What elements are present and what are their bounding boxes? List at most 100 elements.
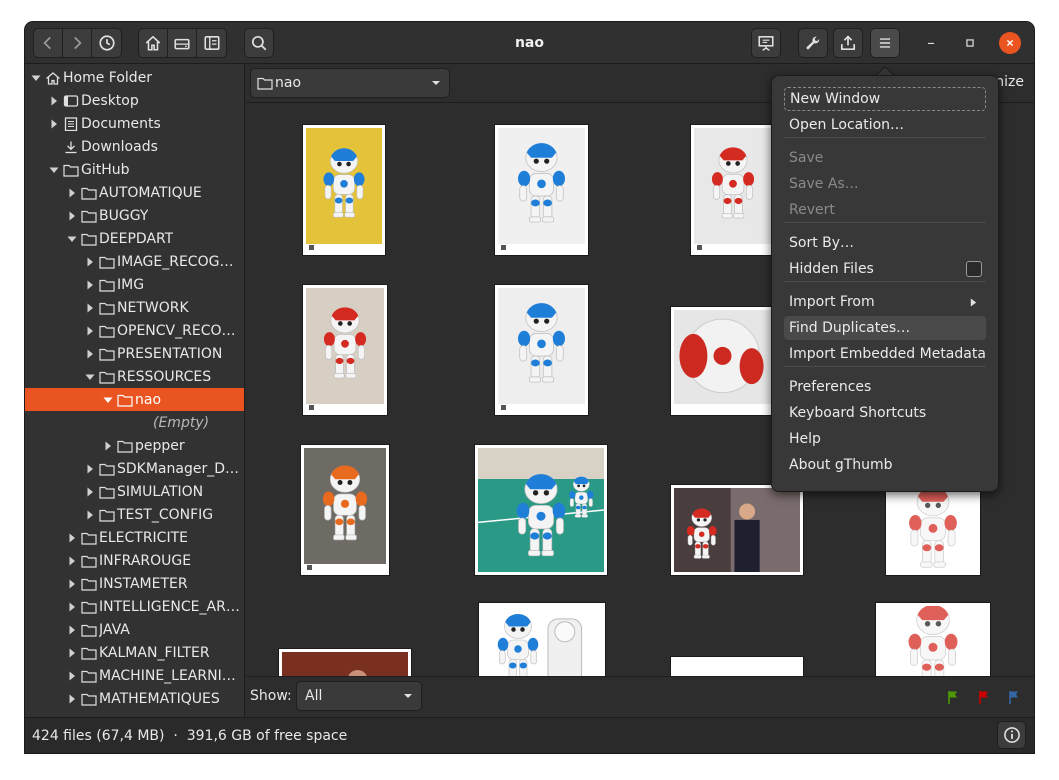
sidebar-item-opencv-reco[interactable]: OPENCV_RECO… [25,319,244,342]
main-menu-button[interactable] [870,28,900,58]
hidden-files-checkbox[interactable] [966,261,982,277]
tools-button[interactable] [798,28,828,58]
sidebar-item-simulation[interactable]: SIMULATION [25,480,244,503]
home-button[interactable] [139,29,168,57]
menu-item-open-location[interactable]: Open Location… [784,113,986,137]
expander-closed-icon[interactable] [85,280,95,290]
sidebar-item-home-folder[interactable]: Home Folder [25,66,244,89]
catalog-button[interactable] [197,29,226,57]
sidebar-item-documents[interactable]: Documents [25,112,244,135]
expander-closed-icon[interactable] [49,119,59,129]
sidebar-item-empty[interactable]: (Empty) [25,411,244,434]
menu-item-new-window[interactable]: New Window [784,87,986,111]
expander-open-icon[interactable] [31,73,41,83]
sidebar-item-pepper[interactable]: pepper [25,434,244,457]
sidebar-item-label: IMG [117,276,145,293]
thumbnail-item[interactable] [494,284,589,416]
menu-item-hidden-files[interactable]: Hidden Files [784,257,986,281]
menu-item-import-embedded-metadata[interactable]: Import Embedded Metadata [784,342,986,366]
sidebar-item-test-config[interactable]: TEST_CONFIG [25,503,244,526]
sidebar-item-nao[interactable]: nao [25,388,244,411]
thumbnail-item[interactable] [302,284,388,416]
thumbnail-item[interactable] [302,124,386,256]
sidebar-item-presentation[interactable]: PRESENTATION [25,342,244,365]
minimize-button[interactable] [920,32,942,54]
show-filter-select[interactable]: All [296,681,422,711]
expander-closed-icon[interactable] [85,487,95,497]
organize-button-label[interactable]: nize [995,74,1024,90]
maximize-button[interactable] [959,32,981,54]
drive-button[interactable] [168,29,197,57]
sidebar-item-sdkmanager-d[interactable]: SDKManager_D… [25,457,244,480]
sidebar-item-intelligence-ar[interactable]: INTELLIGENCE_AR… [25,595,244,618]
sidebar-item-github[interactable]: GitHub [25,158,244,181]
menu-item-label: Import Embedded Metadata [789,346,986,362]
expander-closed-icon[interactable] [85,303,95,313]
thumbnail-item[interactable] [474,444,608,576]
thumbnail-item[interactable] [300,444,390,576]
sidebar-item-kalman-filter[interactable]: KALMAN_FILTER [25,641,244,664]
sidebar-item-deepdart[interactable]: DEEPDART [25,227,244,250]
thumbnail-item[interactable] [670,306,775,416]
sidebar-item-label: SDKManager_D… [117,460,239,477]
green-flag-icon[interactable] [945,689,961,705]
menu-item-about-gthumb[interactable]: About gThumb [784,453,986,477]
info-button[interactable] [997,721,1026,749]
sidebar-item-automatique[interactable]: AUTOMATIQUE [25,181,244,204]
sidebar-item-buggy[interactable]: BUGGY [25,204,244,227]
menu-item-import-from[interactable]: Import From [784,290,986,314]
sidebar-item-mathematiques[interactable]: MATHEMATIQUES [25,687,244,710]
thumbnail-item[interactable] [690,124,776,256]
expander-closed-icon[interactable] [67,556,77,566]
expander-open-icon[interactable] [67,234,77,244]
sidebar-item-electricite[interactable]: ELECTRICITE [25,526,244,549]
forward-button[interactable] [63,29,92,57]
sidebar-item-instameter[interactable]: INSTAMETER [25,572,244,595]
presentation-button[interactable] [751,28,781,58]
expander-closed-icon[interactable] [67,188,77,198]
expander-closed-icon[interactable] [67,211,77,221]
expander-open-icon[interactable] [85,372,95,382]
expander-closed-icon[interactable] [85,326,95,336]
share-button[interactable] [833,28,863,58]
expander-closed-icon[interactable] [67,533,77,543]
sidebar-item-network[interactable]: NETWORK [25,296,244,319]
location-selector[interactable]: nao [250,68,450,98]
expander-closed-icon[interactable] [103,441,113,451]
history-button[interactable] [92,29,121,57]
sidebar-item-img[interactable]: IMG [25,273,244,296]
expander-closed-icon[interactable] [67,602,77,612]
expander-closed-icon[interactable] [85,349,95,359]
menu-item-preferences[interactable]: Preferences [784,375,986,399]
expander-closed-icon[interactable] [49,96,59,106]
thumbnail-item[interactable] [494,124,589,256]
expander-closed-icon[interactable] [67,671,77,681]
search-button[interactable] [244,28,274,58]
sidebar-item-ressources[interactable]: RESSOURCES [25,365,244,388]
expander-closed-icon[interactable] [85,257,95,267]
back-button[interactable] [34,29,63,57]
menu-item-keyboard-shortcuts[interactable]: Keyboard Shortcuts [784,401,986,425]
expander-open-icon[interactable] [49,165,59,175]
thumbnail-item[interactable] [670,484,804,576]
sidebar-item-machine-learni[interactable]: MACHINE_LEARNI… [25,664,244,687]
expander-closed-icon[interactable] [67,579,77,589]
blue-flag-icon[interactable] [1006,689,1022,705]
thumbnail-item[interactable] [885,484,981,576]
expander-closed-icon[interactable] [85,510,95,520]
expander-closed-icon[interactable] [67,694,77,704]
expander-closed-icon[interactable] [67,625,77,635]
menu-item-sort-by[interactable]: Sort By… [784,231,986,255]
sidebar-item-image-recog[interactable]: IMAGE_RECOG… [25,250,244,273]
sidebar-item-desktop[interactable]: Desktop [25,89,244,112]
expander-open-icon[interactable] [103,395,113,405]
red-flag-icon[interactable] [976,689,992,705]
close-button[interactable] [999,32,1021,54]
expander-closed-icon[interactable] [85,464,95,474]
sidebar-item-java[interactable]: JAVA [25,618,244,641]
menu-item-help[interactable]: Help [784,427,986,451]
expander-closed-icon[interactable] [67,648,77,658]
menu-item-find-duplicates[interactable]: Find Duplicates… [784,316,986,340]
sidebar-item-infrarouge[interactable]: INFRAROUGE [25,549,244,572]
sidebar-item-downloads[interactable]: Downloads [25,135,244,158]
